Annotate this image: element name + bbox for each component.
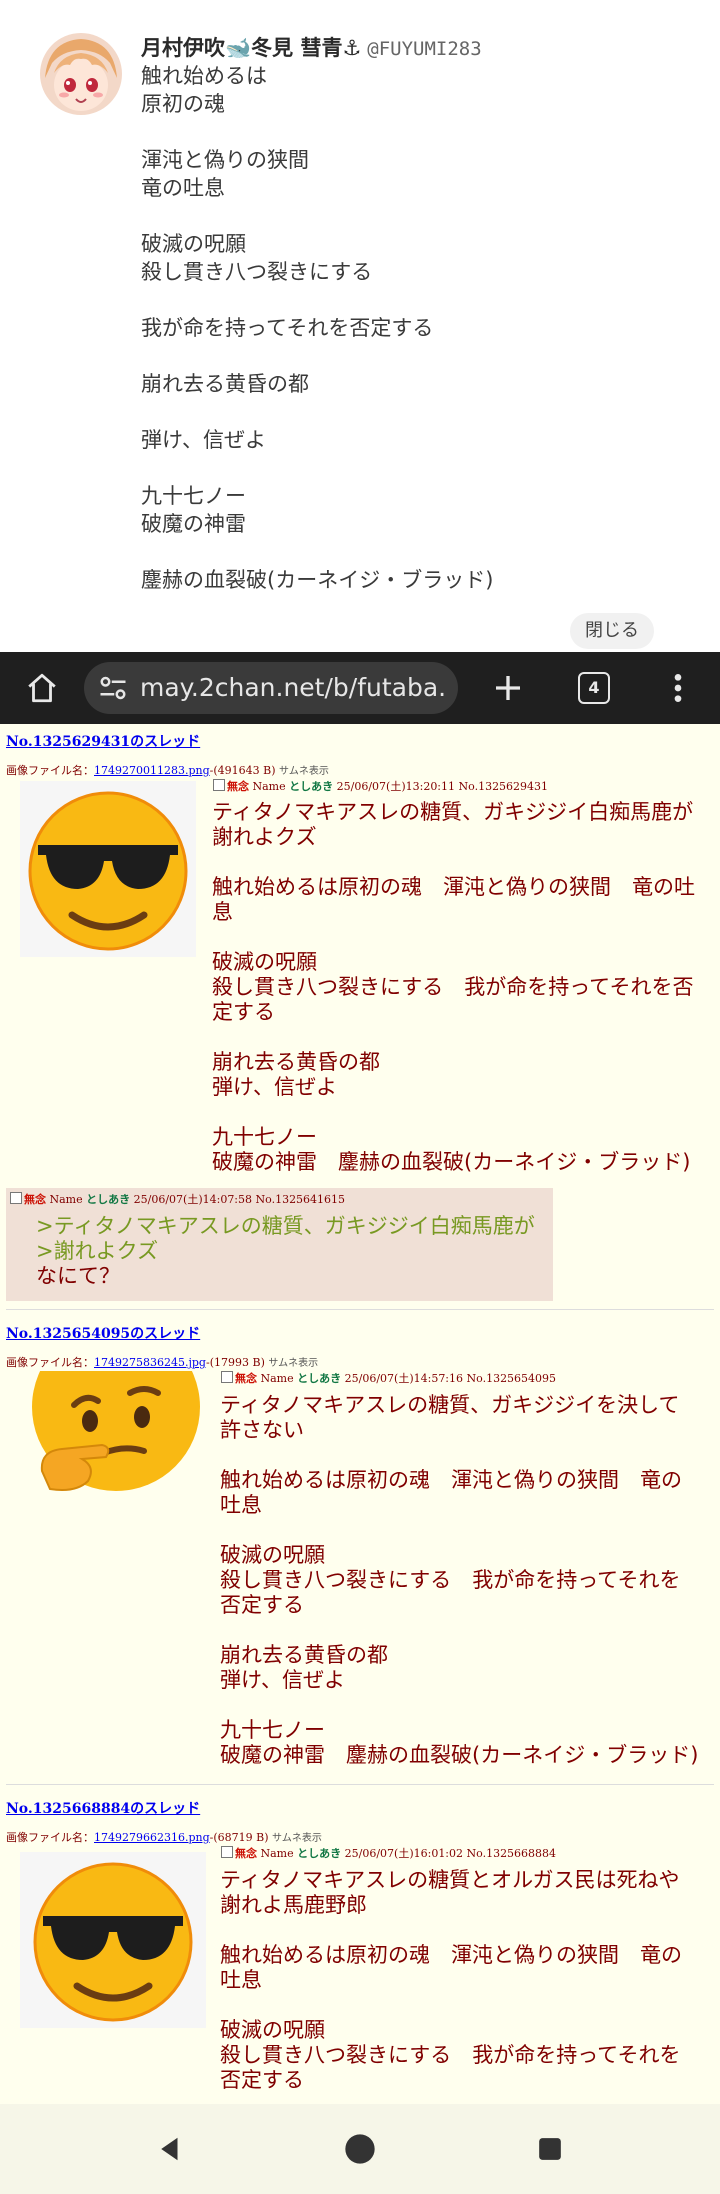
thinking-emoji-icon [32, 1371, 200, 1491]
reply-post: 無念 Name としあき 25/06/07(土)14:07:58 No.1325… [6, 1188, 553, 1301]
divider [6, 1309, 714, 1310]
post-number[interactable]: No.1325641615 [256, 1193, 346, 1206]
file-info: 画像ファイル名：1749275836245.jpg-(17993 B) サムネ表… [6, 1356, 319, 1369]
thread-thumbnail[interactable] [20, 781, 196, 957]
divider [6, 1784, 714, 1785]
post-body: ティタノマキアスレの糖質、ガキジジイ白痴馬鹿が 謝れよクズ 触れ始めるは原初の魂 … [212, 800, 695, 1200]
post-paragraph: 触れ始めるは原初の魂 渾沌と偽りの狭間 竜の 吐息 [220, 1943, 682, 1992]
home-circle-icon[interactable] [330, 2104, 390, 2194]
recents-icon[interactable] [520, 2104, 580, 2194]
post-paragraph: 九十七ノー 破魔の神雷 鏖赫の血裂破(カーネイジ・ブラッド) [212, 1125, 691, 1174]
file-info: 画像ファイル名：1749279662316.png-(68719 B) サムネ表… [6, 1831, 322, 1844]
reply-quote: >ティタノマキアスレの糖質、ガキジジイ白痴馬鹿が >謝れよクズ [36, 1214, 535, 1263]
post-paragraph: 触れ始めるは原初の魂 渾沌と偽りの狭間 竜の吐 息 [212, 875, 695, 924]
tweet-card: 月村伊吹🐋冬見 彗青⚓ @FUYUMI283 触れ始めるは 原初の魂 渾沌と偽りの狭… [0, 0, 720, 652]
delete-checkbox[interactable] [213, 779, 225, 791]
post-meta: 無念 Name としあき 25/06/07(土)13:20:11 No.1325… [213, 778, 548, 794]
reply-meta: 無念 Name としあき 25/06/07(土)14:07:58 No.1325… [10, 1191, 345, 1207]
tweet-header: 月村伊吹🐋冬見 彗青⚓ @FUYUMI283 [141, 32, 482, 62]
post-paragraph: 破滅の呪願 殺し貫き八つ裂きにする 我が命を持ってそれを 否定する [220, 1543, 681, 1617]
tweet-body: 触れ始めるは 原初の魂 渾沌と偽りの狭間 竜の吐息破滅の呪願 殺し貫き八つ裂きにす… [141, 62, 493, 622]
thumb-toggle[interactable]: サムネ表示 [268, 1358, 318, 1369]
post-paragraph: 破滅の呪願 殺し貫き八つ裂きにする 我が命を持ってそれを 否定する [220, 2018, 681, 2092]
post-body: ティタノマキアスレの糖質とオルガス民は死ねや 謝れよ馬鹿野郎 触れ始めるは原初の魂… [220, 1868, 682, 2118]
thread-thumbnail[interactable] [20, 1852, 206, 2028]
thread-thumbnail[interactable] [26, 1371, 202, 1491]
sunglasses-emoji-icon [33, 1862, 193, 2022]
thread-link[interactable]: No.1325668884のスレッド [6, 1798, 200, 1818]
file-link[interactable]: 1749275836245.jpg [94, 1356, 206, 1369]
reply-text: なにて？ [36, 1264, 120, 1288]
delete-checkbox[interactable] [221, 1846, 233, 1858]
file-info: 画像ファイル名：1749270011283.png-(491643 B) サムネ… [6, 764, 329, 777]
thumb-toggle[interactable]: サムネ表示 [279, 766, 329, 777]
url-text: may.2chan.net/b/futaba. [140, 673, 447, 702]
post-paragraph: 崩れ去る黄昏の都 弾け、信ぜよ [220, 1643, 388, 1692]
avatar[interactable] [40, 33, 122, 115]
post-paragraph: ティタノマキアスレの糖質とオルガス民は死ねや 謝れよ馬鹿野郎 [220, 1868, 680, 1917]
tweet-line: 渾沌と偽りの狭間 竜の吐息 [141, 148, 309, 200]
post-paragraph: 触れ始めるは原初の魂 渾沌と偽りの狭間 竜の 吐息 [220, 1468, 682, 1517]
tweet-line: 九十七ノー 破魔の神雷 [141, 484, 246, 536]
tweet-line: 鏖赫の血裂破(カーネイジ・ブラッド) [141, 568, 494, 592]
browser-toolbar: may.2chan.net/b/futaba. 4 [0, 652, 720, 724]
plus-icon[interactable] [486, 652, 530, 724]
post-body: ティタノマキアスレの糖質、ガキジジイを決して 許さない 触れ始めるは原初の魂 渾沌… [220, 1393, 698, 1793]
post-paragraph: 九十七ノー 破魔の神雷 鏖赫の血裂破(カーネイジ・ブラッド) [220, 1718, 699, 1767]
author-name[interactable]: 月村伊吹🐋冬見 彗青⚓ [141, 36, 361, 60]
tab-count: 4 [578, 672, 610, 704]
post-paragraph: 破滅の呪願 殺し貫き八つ裂きにする 我が命を持ってそれを否 定する [212, 950, 694, 1024]
tweet-line: 弾け、信ぜよ [141, 428, 266, 452]
tabs-icon[interactable]: 4 [572, 652, 616, 724]
tweet-line: 触れ始めるは 原初の魂 [141, 64, 267, 116]
tweet-line: 我が命を持ってそれを否定する [141, 316, 434, 340]
back-icon[interactable] [140, 2104, 200, 2194]
post-number[interactable]: No.1325654095 [467, 1372, 557, 1385]
file-link[interactable]: 1749270011283.png [94, 764, 210, 777]
tweet-line: 破滅の呪願 殺し貫き八つ裂きにする [141, 232, 373, 284]
post-paragraph: ティタノマキアスレの糖質、ガキジジイ白痴馬鹿が 謝れよクズ [212, 800, 694, 849]
post-meta: 無念 Name としあき 25/06/07(土)14:57:16 No.1325… [221, 1370, 556, 1386]
url-bar[interactable]: may.2chan.net/b/futaba. [84, 662, 458, 714]
sunglasses-emoji-icon [28, 791, 188, 951]
post-number[interactable]: No.1325668884 [467, 1847, 557, 1860]
post-paragraph: ティタノマキアスレの糖質、ガキジジイを決して 許さない [220, 1393, 680, 1442]
tune-icon[interactable] [98, 662, 128, 714]
post-paragraph: 崩れ去る黄昏の都 弾け、信ぜよ [212, 1050, 380, 1099]
system-nav-bar [0, 2104, 720, 2194]
post-meta: 無念 Name としあき 25/06/07(土)16:01:02 No.1325… [221, 1845, 556, 1861]
author-handle[interactable]: @FUYUMI283 [367, 38, 481, 60]
tweet-line: 崩れ去る黄昏の都 [141, 372, 309, 396]
delete-checkbox[interactable] [221, 1371, 233, 1383]
home-icon[interactable] [20, 652, 64, 724]
thread-link[interactable]: No.1325654095のスレッド [6, 1323, 200, 1343]
close-button[interactable]: 閉じる [570, 613, 654, 649]
delete-checkbox[interactable] [10, 1192, 22, 1204]
thread-link[interactable]: No.1325629431のスレッド [6, 731, 200, 751]
post-number[interactable]: No.1325629431 [459, 780, 549, 793]
file-link[interactable]: 1749279662316.png [94, 1831, 210, 1844]
thumb-toggle[interactable]: サムネ表示 [272, 1833, 322, 1844]
more-icon[interactable] [656, 652, 700, 724]
